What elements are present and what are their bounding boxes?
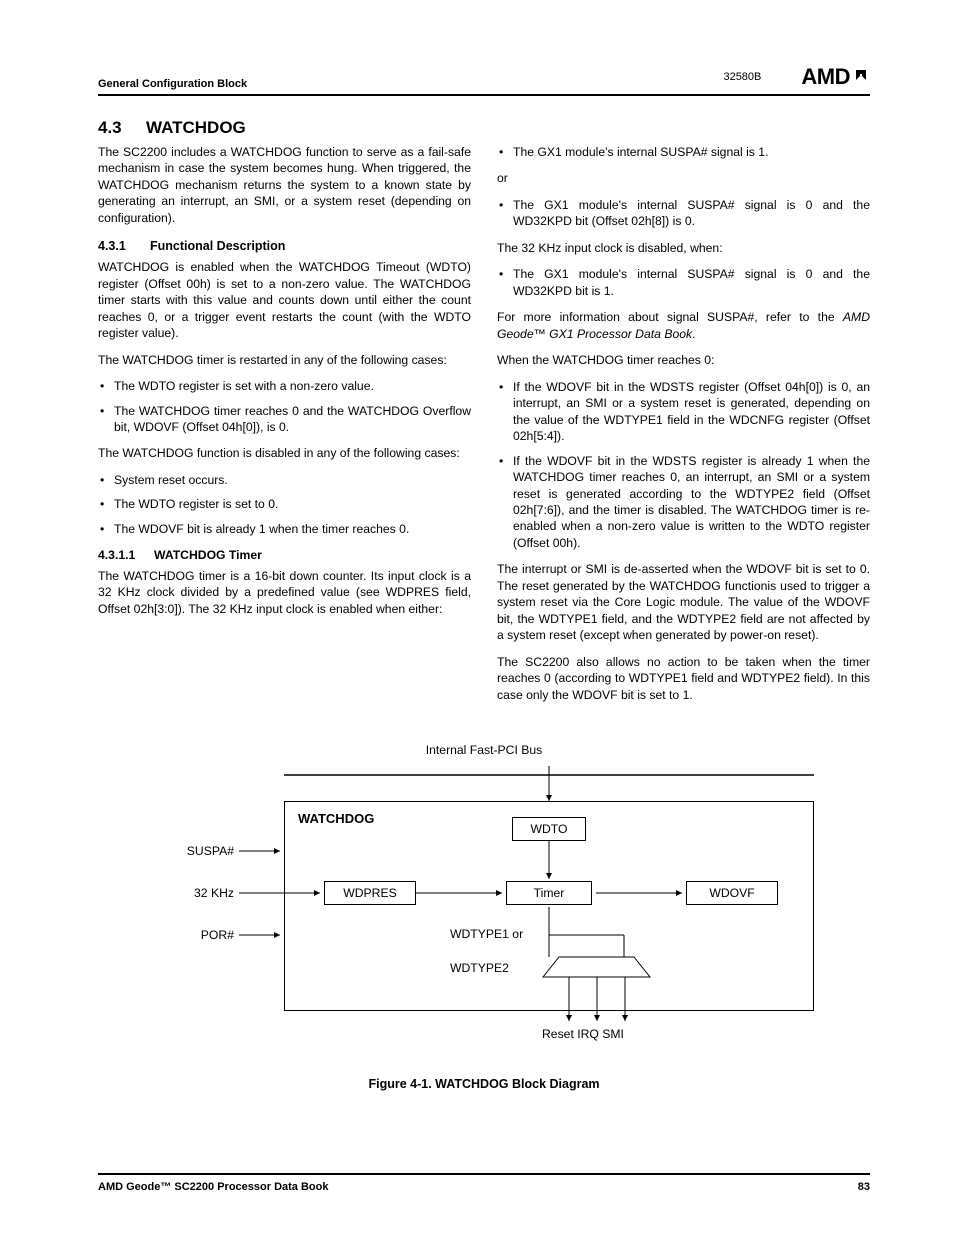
p-col2-4: The interrupt or SMI is de-asserted when… (497, 561, 870, 643)
p-col2-3: When the WATCHDOG timer reaches 0: (497, 352, 870, 368)
p-431-1: WATCHDOG is enabled when the WATCHDOG Ti… (98, 259, 471, 341)
or-text: or (497, 170, 870, 186)
por-label: POR# (192, 928, 234, 942)
bullet: If the WDOVF bit in the WDSTS register i… (497, 453, 870, 552)
footer-left: AMD Geode™ SC2200 Processor Data Book (98, 1181, 328, 1193)
wdtype1-label: WDTYPE1 or (450, 927, 523, 941)
figure-caption: Figure 4-1. WATCHDOG Block Diagram (98, 1077, 870, 1091)
bullet: The GX1 module's internal SUSPA# signal … (497, 266, 870, 299)
block-title: WATCHDOG (298, 811, 374, 826)
bullet: The WATCHDOG timer reaches 0 and the WAT… (98, 403, 471, 436)
wdto-box: WDTO (512, 817, 586, 841)
intro-paragraph: The SC2200 includes a WATCHDOG function … (98, 144, 471, 226)
bullet: If the WDOVF bit in the WDSTS register (… (497, 379, 870, 445)
bus-label: Internal Fast-PCI Bus (98, 743, 870, 757)
p-col2-2: For more information about signal SUSPA#… (497, 309, 870, 342)
timer-box: Timer (506, 881, 592, 905)
bullet: The GX1 module's internal SUSPA# signal … (497, 197, 870, 230)
amd-logo: AMD (801, 64, 870, 90)
bullet: The WDOVF bit is already 1 when the time… (98, 521, 471, 537)
bullet: System reset occurs. (98, 472, 471, 488)
subhead-431: 4.3.1Functional Description (98, 238, 471, 255)
wdtype2-label: WDTYPE2 (450, 961, 509, 975)
p-col2-1: The 32 KHz input clock is disabled, when… (497, 240, 870, 256)
suspa-label: SUSPA# (176, 844, 234, 858)
wdpres-box: WDPRES (324, 881, 416, 905)
p-col2-5: The SC2200 also allows no action to be t… (497, 654, 870, 703)
p-431-2: The WATCHDOG timer is restarted in any o… (98, 352, 471, 368)
p-4311-1: The WATCHDOG timer is a 16-bit down coun… (98, 568, 471, 617)
outputs-label: Reset IRQ SMI (542, 1027, 624, 1041)
header-section: General Configuration Block (98, 78, 247, 90)
page-number: 83 (858, 1181, 870, 1193)
subhead-4311: 4.3.1.1WATCHDOG Timer (98, 547, 471, 563)
32khz-label: 32 KHz (182, 886, 234, 900)
p-431-3: The WATCHDOG function is disabled in any… (98, 445, 471, 461)
figure-4-1: Internal Fast-PCI Bus (98, 743, 870, 1091)
section-title: 4.3WATCHDOG (98, 118, 870, 138)
header-docnum: 32580B (723, 71, 761, 83)
bullet: The GX1 module's internal SUSPA# signal … (497, 144, 870, 160)
bullet: The WDTO register is set with a non-zero… (98, 378, 471, 394)
bullet: The WDTO register is set to 0. (98, 496, 471, 512)
amd-arrow-icon (852, 64, 870, 90)
wdovf-box: WDOVF (686, 881, 778, 905)
